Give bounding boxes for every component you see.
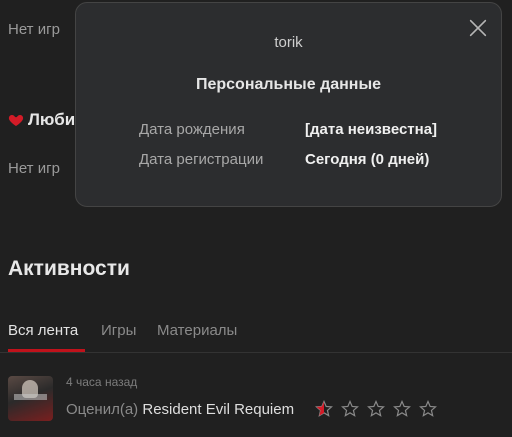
feed-item-action: Оценил(а) (66, 401, 139, 418)
feed-item-time: 4 часа назад (66, 375, 138, 389)
tab-materials[interactable]: Материалы (157, 322, 237, 339)
birthdate-label: Дата рождения (139, 121, 245, 138)
heart-icon (8, 115, 24, 126)
birthdate-value: [дата неизвестна] (305, 121, 438, 138)
activities-title: Активности (8, 257, 130, 280)
registration-row: Дата регистрации Сегодня (0 дней) (139, 151, 429, 168)
star-icon (367, 400, 385, 417)
tab-all-feed[interactable]: Вся лента (8, 322, 78, 339)
games-empty-text: Нет игр (8, 21, 60, 38)
star-icon (315, 400, 333, 417)
favorites-empty-text: Нет игр (8, 160, 60, 177)
star-icon (393, 400, 411, 417)
feed-item: 4 часа назад Оценил(а) Resident Evil Req… (8, 374, 508, 426)
modal-username: torik (274, 34, 303, 51)
feed-item-text: Оценил(а) Resident Evil Requiem (66, 401, 294, 418)
registration-label: Дата регистрации (139, 151, 264, 168)
profile-page: Нет игр Люби Нет игр Активности Вся лент… (0, 0, 512, 437)
star-icon (419, 400, 437, 417)
favorites-title: Люби (28, 110, 76, 129)
active-tab-indicator (8, 349, 85, 352)
star-icon (341, 400, 359, 417)
tab-games[interactable]: Игры (101, 322, 136, 339)
rating-stars (315, 400, 437, 418)
activity-tabs: Вся лента Игры Материалы (0, 316, 512, 353)
modal-section-title: Персональные данные (195, 76, 382, 93)
game-cover-image[interactable] (8, 376, 53, 421)
profile-info-modal: torik Персональные данные Дата рождения [… (75, 2, 502, 207)
feed-item-game-link[interactable]: Resident Evil Requiem (142, 401, 294, 418)
registration-value: Сегодня (0 дней) (305, 151, 430, 168)
favorites-heading: Люби (8, 110, 75, 130)
birthdate-row: Дата рождения [дата неизвестна] (139, 121, 437, 138)
